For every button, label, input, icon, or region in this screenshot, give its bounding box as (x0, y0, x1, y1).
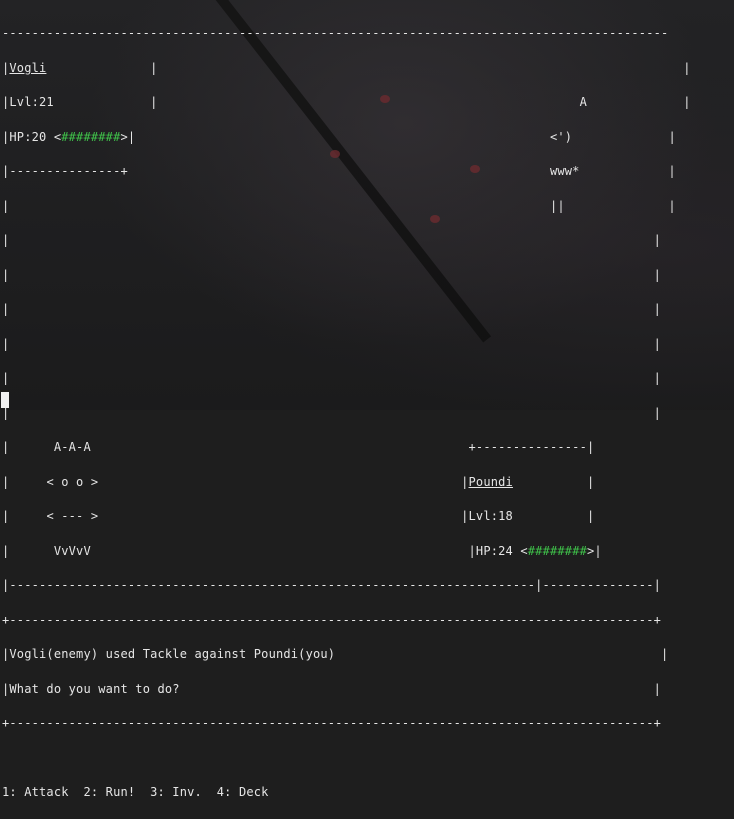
blank-row (2, 750, 691, 767)
enemy-sprite-line-3: www* (549, 164, 580, 179)
message-line-2: What do you want to do? (9, 681, 180, 696)
message-top-border: +---------------------------------------… (2, 612, 662, 627)
border-text: ----------------------------------------… (2, 26, 669, 41)
player-sprite-line-2: < o o > (46, 474, 99, 489)
player-hp-label: HP:24 (475, 543, 513, 558)
message-line-1-row: |Vogli(enemy) used Tackle against Poundi… (2, 647, 669, 662)
enemy-level: Lvl:21 (9, 95, 54, 110)
player-hp-bar: ######## (527, 543, 588, 558)
player-sprite-line-4: VvVvV (53, 543, 91, 558)
blank-row: | | (2, 405, 662, 420)
message-line-2-row: |What do you want to do? | (2, 681, 662, 696)
enemy-hp-row: |HP:20 <########>| <') | (2, 129, 676, 144)
player-name: Poundi (468, 474, 513, 489)
blank-row: | | (2, 371, 662, 386)
player-name-row: | < o o > |Poundi | (2, 474, 595, 489)
enemy-box-bottom: |---------------+ www* | (2, 164, 676, 179)
command-menu-text[interactable]: 1: Attack 2: Run! 3: Inv. 4: Deck (2, 785, 269, 799)
terminal-output: ----------------------------------------… (2, 8, 691, 819)
player-box-top: | A-A-A +---------------| (2, 440, 595, 455)
blank-row: | | (2, 336, 662, 351)
blank-row: | | (2, 302, 662, 317)
message-bottom-border: +---------------------------------------… (2, 716, 662, 731)
enemy-sprite-line-1: A (579, 95, 587, 110)
player-level: Lvl:18 (468, 509, 513, 524)
enemy-hp-label: HP:20 (9, 129, 47, 144)
terminal-cursor[interactable] (1, 392, 9, 408)
battle-bottom-border: |---------------------------------------… (2, 578, 662, 593)
blank-row: | | (2, 233, 662, 248)
player-level-row: | < --- > |Lvl:18 | (2, 509, 595, 524)
enemy-sprite-line-2: <') (549, 129, 573, 144)
enemy-name-row: |Vogli | | (2, 60, 691, 75)
player-sprite-line-1: A-A-A (53, 440, 91, 455)
player-sprite-line-3: < --- > (46, 509, 99, 524)
blank-row: | | (2, 267, 662, 282)
enemy-name: Vogli (9, 60, 47, 75)
frame-top-border: ----------------------------------------… (2, 25, 691, 42)
command-menu[interactable]: 1: Attack 2: Run! 3: Inv. 4: Deck (2, 784, 691, 801)
enemy-sprite-line-4: || (549, 198, 565, 213)
enemy-hp-bar: ######## (61, 129, 121, 144)
player-hp-row: | VvVvV |HP:24 <########>| (2, 543, 602, 558)
blank-row: | || | (2, 198, 676, 213)
message-line-1: Vogli(enemy) used Tackle against Poundi(… (9, 647, 336, 662)
enemy-level-row: |Lvl:21 | A | (2, 95, 691, 110)
